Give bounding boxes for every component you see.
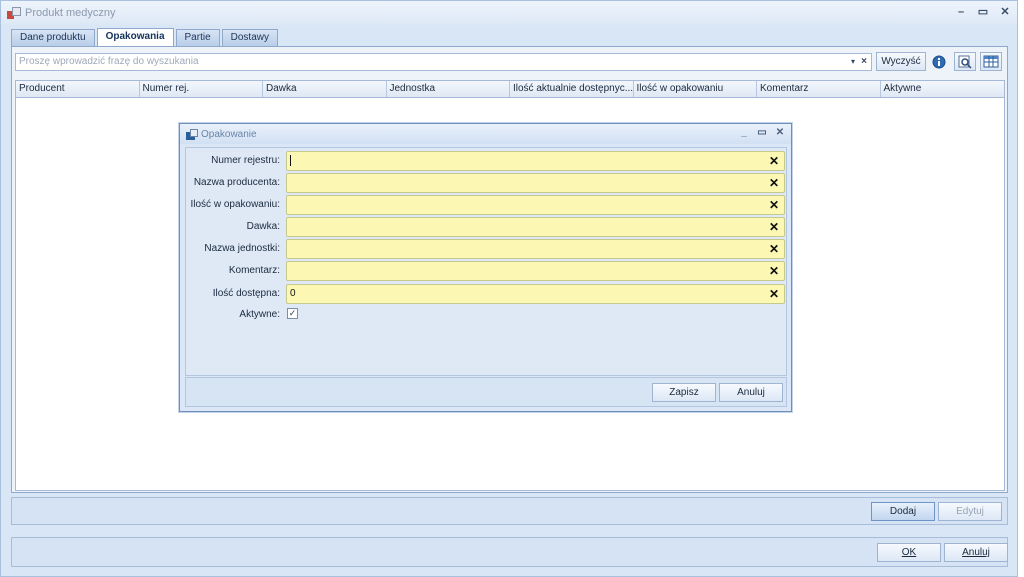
aktywne-label: Aktywne: (239, 309, 280, 320)
dawka-label: Dawka: (246, 221, 280, 232)
search-settings-icon (958, 55, 972, 69)
table-icon (983, 55, 999, 68)
tab-dostawy[interactable]: Dostawy (221, 29, 278, 46)
column-header-jednostka[interactable]: Jednostka (387, 81, 510, 97)
panel-footer: Dodaj Edytuj (11, 497, 1008, 525)
minimize-icon[interactable]: – (953, 5, 969, 19)
clear-ilosc-dostepna-icon[interactable]: ✕ (769, 285, 779, 303)
clear-button[interactable]: Wyczyść (876, 52, 926, 71)
field-row-aktywne: Aktywne: ✓ (186, 305, 788, 325)
maximize-icon[interactable]: ▭ (975, 5, 991, 19)
search-row: Proszę wprowadzić frazę do wyszukania ▾ … (15, 52, 1005, 71)
clear-ilosc-w-opakowaniu-icon[interactable]: ✕ (769, 196, 779, 214)
column-header-dawka[interactable]: Dawka (263, 81, 387, 97)
search-input[interactable]: Proszę wprowadzić frazę do wyszukania ▾ … (15, 53, 872, 71)
komentarz-label: Komentarz: (228, 265, 280, 276)
dialog-title-bar: Opakowanie _ ▭ ✕ (180, 124, 791, 144)
right-gutter (1018, 0, 1024, 577)
column-header-ilosc-dostepna[interactable]: Ilość aktualnie dostępnyc... (510, 81, 634, 97)
clear-search-icon[interactable]: × (861, 54, 867, 70)
ilosc-w-opakowaniu-label: Ilość w opakowaniu: (190, 199, 281, 210)
dialog-icon (186, 128, 198, 140)
dialog-form: Numer rejestru: ✕ Nazwa producenta: ✕ Il… (185, 147, 787, 376)
edit-button[interactable]: Edytuj (938, 502, 1002, 521)
field-row-nazwa-jednostki: Nazwa jednostki: ✕ (186, 239, 788, 259)
nazwa-producenta-label: Nazwa producenta: (193, 177, 280, 188)
tab-strip: Dane produktu Opakowania Partie Dostawy (11, 28, 278, 46)
dropdown-arrow-icon[interactable]: ▾ (851, 54, 855, 70)
ilosc-w-opakowaniu-field[interactable]: ✕ (286, 195, 785, 215)
dialog-footer: Zapisz Anuluj (185, 377, 787, 407)
numer-rejestru-label: Numer rejestru: (211, 155, 280, 166)
field-row-nazwa-producenta: Nazwa producenta: ✕ (186, 173, 788, 193)
tab-opakowania[interactable]: Opakowania (96, 28, 174, 46)
field-row-numer-rejestru: Numer rejestru: ✕ (186, 151, 788, 171)
aktywne-checkbox[interactable]: ✓ (287, 308, 298, 319)
field-row-komentarz: Komentarz: ✕ (186, 261, 788, 281)
add-button[interactable]: Dodaj (871, 502, 935, 521)
dialog-minimize-icon[interactable]: _ (739, 127, 749, 138)
column-header-komentarz[interactable]: Komentarz (757, 81, 881, 97)
ilosc-dostepna-label: Ilość dostępna: (212, 288, 280, 299)
dialog-maximize-icon[interactable]: ▭ (757, 127, 767, 138)
columns-button[interactable] (980, 52, 1002, 71)
dialog-close-icon[interactable]: ✕ (775, 127, 785, 138)
tab-dane-produktu[interactable]: Dane produktu (11, 29, 95, 46)
ok-button[interactable]: OK (877, 543, 941, 562)
dawka-field[interactable]: ✕ (286, 217, 785, 237)
close-icon[interactable]: ✕ (997, 5, 1013, 19)
dialog-cancel-button[interactable]: Anuluj (719, 383, 783, 402)
field-row-ilosc-dostepna: Ilość dostępna: 0 ✕ (186, 284, 788, 304)
clear-nazwa-producenta-icon[interactable]: ✕ (769, 174, 779, 192)
info-button[interactable] (928, 52, 950, 71)
app-icon (7, 7, 21, 19)
numer-rejestru-field[interactable]: ✕ (286, 151, 785, 171)
ilosc-dostepna-value: 0 (290, 288, 296, 299)
text-caret (290, 154, 291, 166)
search-placeholder: Proszę wprowadzić frazę do wyszukania (19, 56, 199, 67)
tab-partie[interactable]: Partie (175, 29, 220, 46)
nazwa-jednostki-field[interactable]: ✕ (286, 239, 785, 259)
window-footer: OK Anuluj (11, 537, 1008, 567)
field-row-ilosc-w-opakowaniu: Ilość w opakowaniu: ✕ (186, 195, 788, 215)
clear-numer-rejestru-icon[interactable]: ✕ (769, 152, 779, 170)
column-header-producent[interactable]: Producent (16, 81, 140, 97)
clear-dawka-icon[interactable]: ✕ (769, 218, 779, 236)
window-title: Produkt medyczny (25, 7, 116, 19)
clear-komentarz-icon[interactable]: ✕ (769, 262, 779, 280)
grid-header: Producent Numer rej. Dawka Jednostka Ilo… (15, 80, 1005, 98)
search-settings-button[interactable] (954, 52, 976, 71)
cancel-button-label: Anuluj (962, 547, 990, 558)
dialog-title: Opakowanie (201, 128, 257, 140)
info-icon (932, 55, 946, 69)
komentarz-field[interactable]: ✕ (286, 261, 785, 281)
nazwa-producenta-field[interactable]: ✕ (286, 173, 785, 193)
column-header-ilosc-w-opakowaniu[interactable]: Ilość w opakowaniu (634, 81, 757, 97)
cancel-button[interactable]: Anuluj (944, 543, 1008, 562)
ilosc-dostepna-field[interactable]: 0 ✕ (286, 284, 785, 304)
title-bar: Produkt medyczny – ▭ ✕ (1, 1, 1017, 25)
field-row-dawka: Dawka: ✕ (186, 217, 788, 237)
column-header-aktywne[interactable]: Aktywne (881, 81, 1005, 97)
nazwa-jednostki-label: Nazwa jednostki: (204, 243, 280, 254)
column-header-numer-rej[interactable]: Numer rej. (140, 81, 263, 97)
package-dialog: Opakowanie _ ▭ ✕ Numer rejestru: ✕ Nazwa… (179, 123, 792, 412)
clear-nazwa-jednostki-icon[interactable]: ✕ (769, 240, 779, 258)
ok-button-label: OK (901, 547, 917, 558)
save-button[interactable]: Zapisz (652, 383, 716, 402)
